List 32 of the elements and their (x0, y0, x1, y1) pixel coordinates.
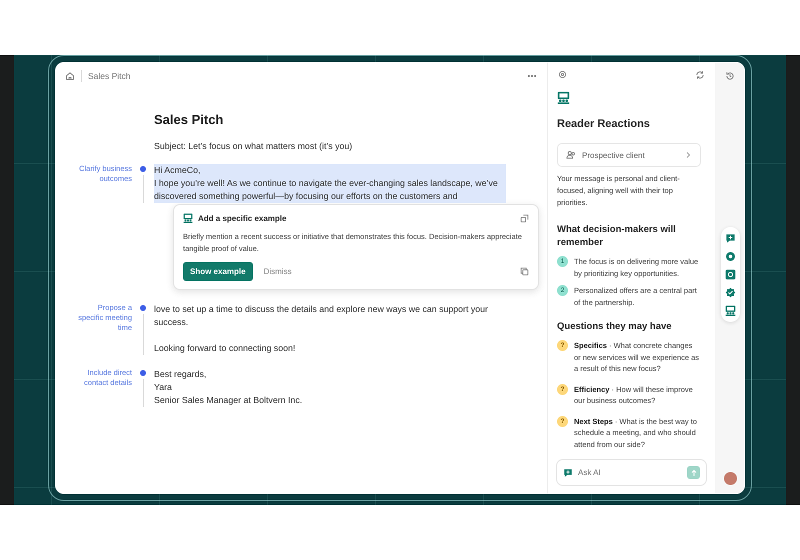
persona-dropdown[interactable]: Prospective client (557, 143, 701, 167)
show-example-button[interactable]: Show example (183, 262, 253, 281)
chat-plus-icon (563, 468, 573, 478)
section-heading: Questions they may have (557, 320, 673, 333)
user-avatar[interactable] (724, 472, 736, 485)
panel-title: Reader Reactions (557, 118, 651, 130)
body-paragraph: Looking forward to connecting soon! (154, 342, 296, 355)
document-title: Sales Pitch (154, 112, 224, 127)
chat-plus-icon[interactable] (724, 233, 736, 244)
body-paragraph: Best regards, Yara Senior Sales Manager at Boltvern Inc. (154, 368, 304, 407)
people-icon (566, 150, 576, 160)
presentation-icon (724, 305, 736, 316)
body-paragraph: love to set up a time to discuss the details and explore new ways we can support your success. (154, 303, 489, 329)
section-heading: What decision-makers will remember (557, 223, 677, 249)
note-dot (140, 305, 146, 311)
chevron-icon (684, 151, 692, 159)
breadcrumb[interactable]: Sales Pitch (88, 71, 521, 81)
subject-line: Subject: Let’s focus on what matters most (it’s you) (154, 141, 354, 151)
badge-check-icon[interactable] (724, 287, 736, 298)
home-icon[interactable] (65, 71, 75, 81)
arrow-up-icon (690, 468, 698, 476)
settings-icon[interactable] (558, 70, 567, 79)
presentation-icon (183, 213, 193, 223)
expand-icon[interactable] (520, 214, 529, 222)
note-dot (140, 370, 146, 376)
note-dot (140, 166, 146, 172)
presentation-icon (557, 91, 570, 104)
suggestion-title: Add a specific example (198, 214, 288, 222)
dismiss-button[interactable]: Dismiss (264, 267, 509, 276)
history-icon[interactable] (725, 71, 735, 81)
copy-icon[interactable] (520, 267, 529, 276)
body-paragraph: Hi AcmeCo, I hope you’re well! As we continue to navigate the ever-changing sales landscape, we’ve discovered something powerful—by focusing our efforts on the customers and (154, 164, 506, 203)
